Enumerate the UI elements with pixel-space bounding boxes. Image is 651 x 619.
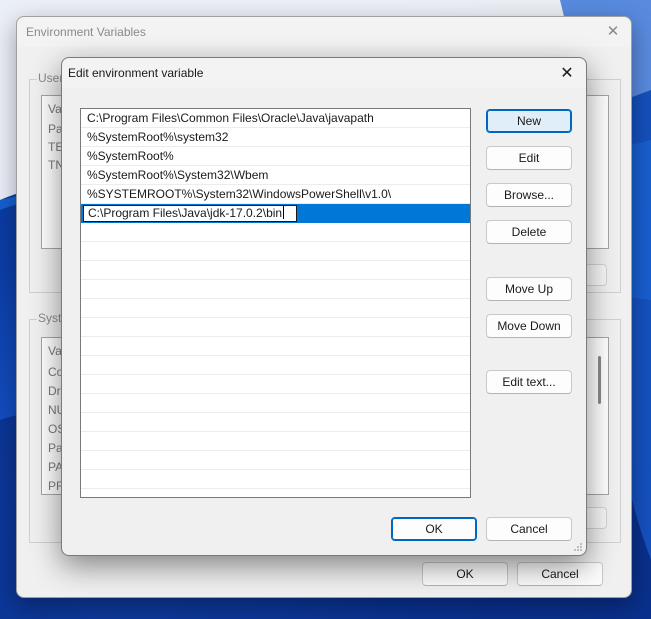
browse-button[interactable]: Browse...: [486, 183, 572, 207]
path-entry[interactable]: C:\Program Files\Common Files\Oracle\Jav…: [81, 109, 470, 128]
move-up-button[interactable]: Move Up: [486, 277, 572, 301]
edit-text-button[interactable]: Edit text...: [486, 370, 572, 394]
path-entry[interactable]: %SystemRoot%\system32: [81, 128, 470, 147]
cancel-button[interactable]: Cancel: [486, 517, 572, 541]
parent-ok-button[interactable]: OK: [422, 562, 508, 586]
edit-environment-variable-dialog: Edit environment variable ✕ C:\Program F…: [61, 57, 587, 556]
path-entry[interactable]: %SYSTEMROOT%\System32\WindowsPowerShell\…: [81, 185, 470, 204]
empty-row[interactable]: [81, 375, 470, 394]
system-list-row: Dr: [48, 384, 61, 398]
path-entry[interactable]: %SystemRoot%: [81, 147, 470, 166]
parent-cancel-button[interactable]: Cancel: [517, 562, 603, 586]
empty-row[interactable]: [81, 261, 470, 280]
empty-row[interactable]: [81, 451, 470, 470]
parent-title: Environment Variables: [26, 25, 146, 39]
move-down-button[interactable]: Move Down: [486, 314, 572, 338]
empty-row[interactable]: [81, 413, 470, 432]
empty-row[interactable]: [81, 299, 470, 318]
empty-row[interactable]: [81, 337, 470, 356]
empty-row[interactable]: [81, 223, 470, 242]
new-button[interactable]: New: [486, 109, 572, 133]
empty-row[interactable]: [81, 318, 470, 337]
path-edit-value: C:\Program Files\Java\jdk-17.0.2\bin: [88, 206, 283, 220]
ok-button[interactable]: OK: [391, 517, 477, 541]
path-edit-input[interactable]: C:\Program Files\Java\jdk-17.0.2\bin: [83, 205, 297, 222]
empty-row[interactable]: [81, 432, 470, 451]
empty-row[interactable]: [81, 242, 470, 261]
dialog-title: Edit environment variable: [68, 66, 204, 80]
system-list-scrollbar[interactable]: [598, 356, 601, 404]
dialog-title-bar: Edit environment variable ✕: [62, 58, 586, 88]
empty-row[interactable]: [81, 394, 470, 413]
delete-button[interactable]: Delete: [486, 220, 572, 244]
resize-grip-icon[interactable]: [573, 542, 583, 552]
edit-button[interactable]: Edit: [486, 146, 572, 170]
empty-row[interactable]: [81, 280, 470, 299]
system-list-row: Va: [48, 344, 62, 358]
user-list-row: Va: [48, 102, 62, 116]
empty-row[interactable]: [81, 470, 470, 489]
parent-close-icon[interactable]: ✕: [603, 21, 623, 41]
path-entry[interactable]: %SystemRoot%\System32\Wbem: [81, 166, 470, 185]
text-caret: [283, 206, 285, 219]
empty-row[interactable]: [81, 356, 470, 375]
path-entry-selected[interactable]: C:\Program Files\Java\jdk-17.0.2\bin: [81, 204, 470, 223]
close-icon[interactable]: ✕: [556, 62, 578, 84]
path-entries-list[interactable]: C:\Program Files\Common Files\Oracle\Jav…: [80, 108, 471, 498]
parent-title-bar: Environment Variables ✕: [17, 17, 631, 47]
